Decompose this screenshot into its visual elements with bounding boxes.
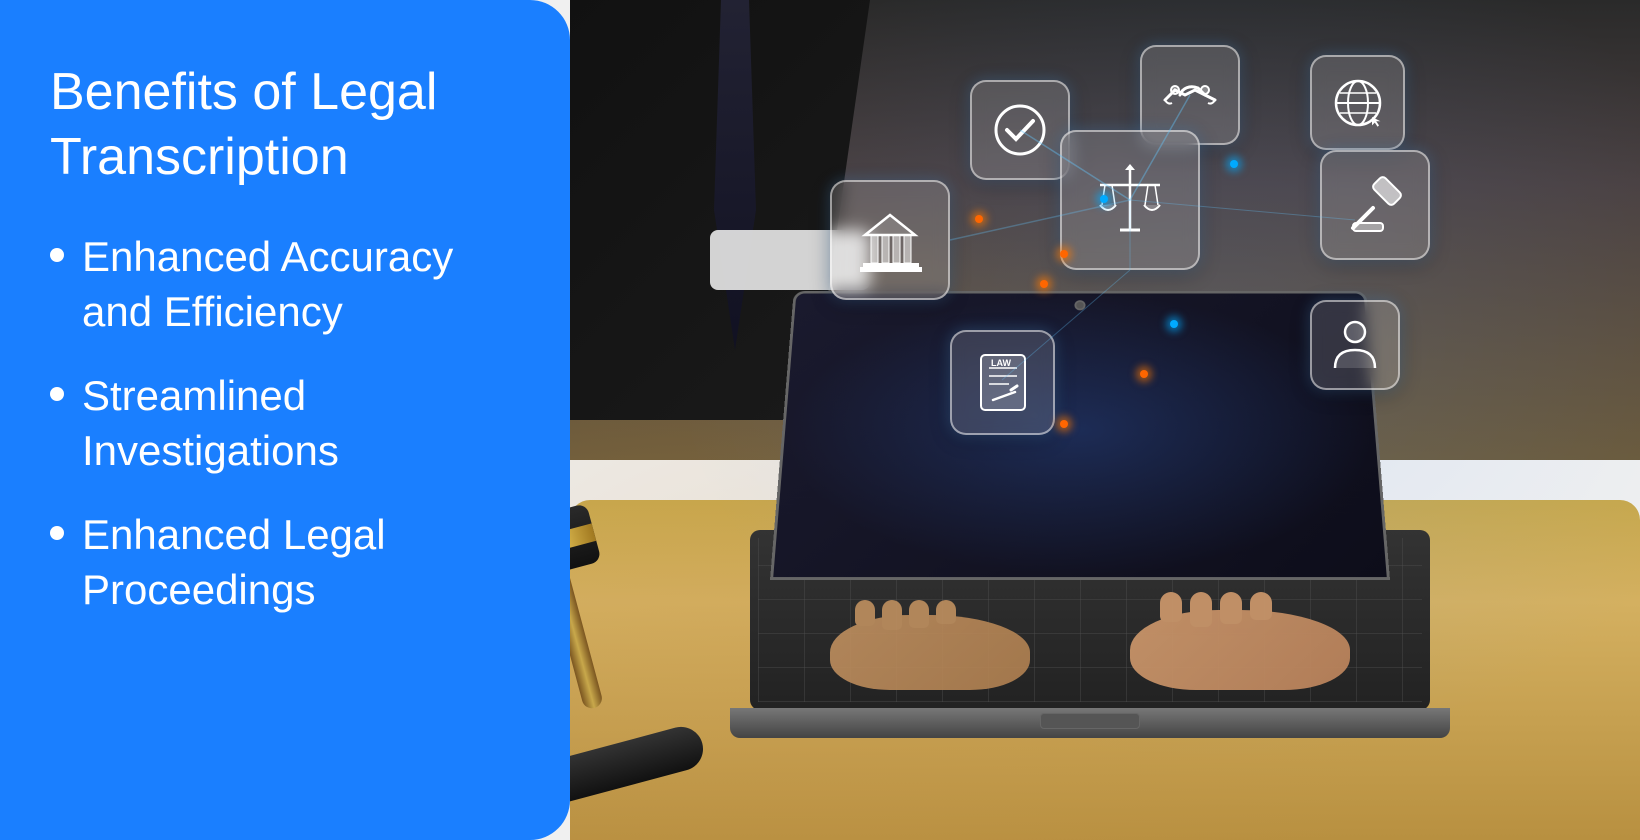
shirt-cuff	[710, 230, 870, 290]
benefit-item-1: Enhanced Accuracy and Efficiency	[50, 230, 520, 339]
bullet-2	[50, 387, 64, 401]
gavel-head	[570, 503, 602, 584]
finger-1	[1160, 592, 1182, 622]
lfinger-4	[936, 600, 956, 624]
left-fingers	[855, 600, 956, 630]
right-fingers	[1160, 592, 1272, 627]
panel-title: Benefits of Legal Transcription	[50, 60, 520, 190]
right-hand	[1130, 610, 1350, 690]
trackpad	[1040, 713, 1140, 729]
bullet-3	[50, 526, 64, 540]
hands-container	[790, 590, 1370, 690]
finger-3	[1220, 592, 1242, 624]
benefit-text-1: Enhanced Accuracy and Efficiency	[82, 230, 520, 339]
benefit-item-2: Streamlined Investigations	[50, 369, 520, 478]
finger-4	[1250, 592, 1272, 620]
lfinger-1	[855, 600, 875, 626]
laptop-base	[730, 708, 1450, 738]
finger-2	[1190, 592, 1212, 627]
gavel-band	[570, 523, 596, 564]
lfinger-2	[882, 600, 902, 630]
benefits-list: Enhanced Accuracy and Efficiency Streaml…	[50, 230, 520, 648]
benefit-item-3: Enhanced Legal Proceedings	[50, 508, 520, 617]
laptop-screen	[770, 291, 1390, 580]
left-hand	[830, 615, 1030, 690]
webcam	[1074, 300, 1085, 310]
left-panel: Benefits of Legal Transcription Enhanced…	[0, 0, 570, 840]
right-panel: LAW	[570, 0, 1640, 840]
screen-glow	[773, 294, 1387, 578]
lfinger-3	[909, 600, 929, 628]
bullet-1	[50, 248, 64, 262]
benefit-text-2: Streamlined Investigations	[82, 369, 520, 478]
benefit-text-3: Enhanced Legal Proceedings	[82, 508, 520, 617]
